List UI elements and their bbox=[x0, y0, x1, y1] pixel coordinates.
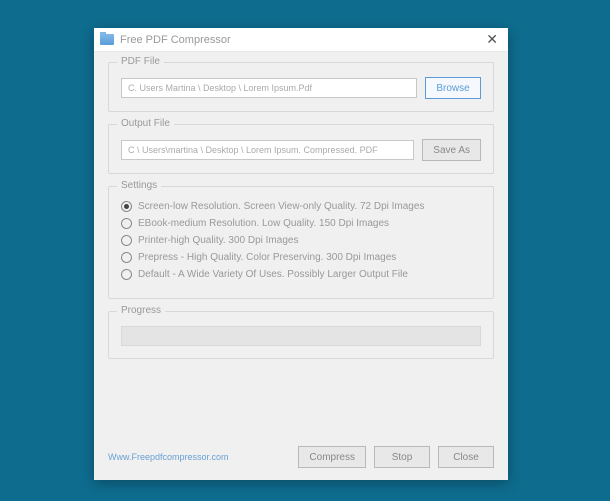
browse-button[interactable]: Browse bbox=[425, 77, 481, 99]
output-file-group: Output File Save As bbox=[108, 124, 494, 174]
website-link[interactable]: Www.Freepdfcompressor.com bbox=[108, 452, 290, 462]
app-window: Free PDF Compressor ✕ PDF File Browse Ou… bbox=[94, 28, 508, 480]
setting-option-3[interactable]: Prepress - High Quality. Color Preservin… bbox=[121, 252, 481, 263]
radio-icon[interactable] bbox=[121, 235, 132, 246]
setting-option-2[interactable]: Printer-high Quality. 300 Dpi Images bbox=[121, 235, 481, 246]
pdf-file-legend: PDF File bbox=[117, 56, 164, 67]
settings-group: Settings Screen-low Resolution. Screen V… bbox=[108, 186, 494, 299]
setting-option-4[interactable]: Default - A Wide Variety Of Uses. Possib… bbox=[121, 269, 481, 280]
stop-button[interactable]: Stop bbox=[374, 446, 430, 468]
setting-label: Default - A Wide Variety Of Uses. Possib… bbox=[138, 269, 408, 280]
window-body: PDF File Browse Output File Save As Sett… bbox=[94, 52, 508, 381]
settings-legend: Settings bbox=[117, 180, 161, 191]
setting-label: Printer-high Quality. 300 Dpi Images bbox=[138, 235, 298, 246]
radio-icon[interactable] bbox=[121, 218, 132, 229]
window-title: Free PDF Compressor bbox=[120, 34, 482, 46]
close-button[interactable]: Close bbox=[438, 446, 494, 468]
close-icon[interactable]: ✕ bbox=[482, 31, 502, 48]
pdf-file-input[interactable] bbox=[121, 78, 417, 98]
footer: Www.Freepdfcompressor.com Compress Stop … bbox=[108, 446, 494, 468]
output-file-input[interactable] bbox=[121, 140, 414, 160]
radio-icon[interactable] bbox=[121, 252, 132, 263]
save-as-button[interactable]: Save As bbox=[422, 139, 481, 161]
output-file-legend: Output File bbox=[117, 118, 174, 129]
progress-group: Progress bbox=[108, 311, 494, 359]
setting-label: EBook-medium Resolution. Low Quality. 15… bbox=[138, 218, 389, 229]
setting-option-1[interactable]: EBook-medium Resolution. Low Quality. 15… bbox=[121, 218, 481, 229]
compress-button[interactable]: Compress bbox=[298, 446, 366, 468]
radio-icon[interactable] bbox=[121, 201, 132, 212]
progress-legend: Progress bbox=[117, 305, 165, 316]
radio-icon[interactable] bbox=[121, 269, 132, 280]
setting-option-0[interactable]: Screen-low Resolution. Screen View-only … bbox=[121, 201, 481, 212]
progress-bar bbox=[121, 326, 481, 346]
titlebar: Free PDF Compressor ✕ bbox=[94, 28, 508, 52]
folder-icon bbox=[100, 34, 114, 45]
setting-label: Screen-low Resolution. Screen View-only … bbox=[138, 201, 424, 212]
pdf-file-group: PDF File Browse bbox=[108, 62, 494, 112]
setting-label: Prepress - High Quality. Color Preservin… bbox=[138, 252, 396, 263]
